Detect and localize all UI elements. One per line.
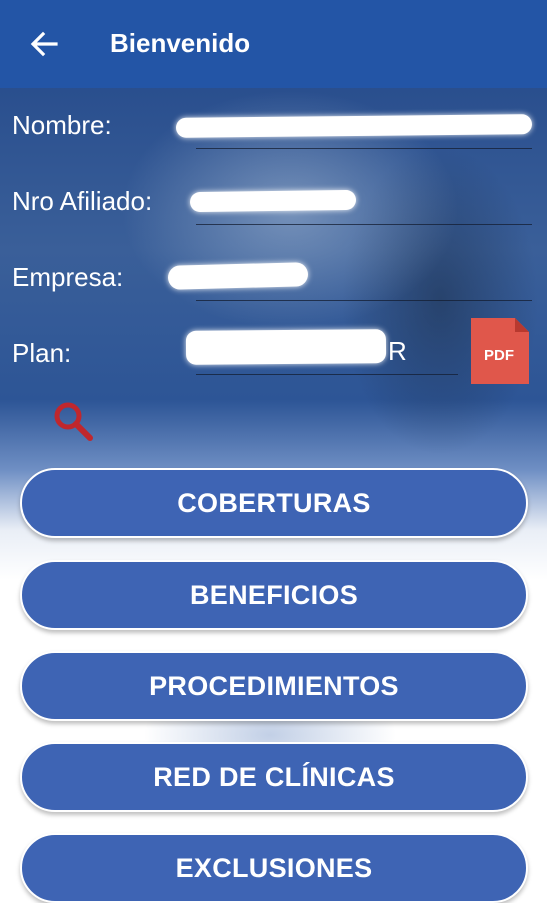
nombre-label: Nombre: — [12, 110, 112, 140]
empresa-underline — [196, 300, 532, 301]
afiliado-underline — [196, 224, 532, 225]
redaction-mark — [175, 114, 533, 138]
procedimientos-button[interactable]: PROCEDIMIENTOS — [20, 651, 528, 721]
plan-underline — [196, 374, 458, 375]
redaction-mark — [189, 189, 357, 213]
pdf-file-icon[interactable]: PDF — [469, 316, 531, 386]
empresa-label: Empresa: — [12, 262, 124, 292]
redaction-mark — [167, 262, 309, 290]
plan-label: Plan: — [12, 338, 72, 368]
plan-value: R — [388, 336, 407, 366]
pdf-icon-label: PDF — [484, 347, 514, 364]
exclusiones-button[interactable]: EXCLUSIONES — [20, 833, 528, 903]
arrow-left-icon[interactable] — [26, 26, 62, 62]
afiliado-label: Nro Afiliado: — [12, 186, 153, 216]
nombre-underline — [196, 148, 532, 149]
redaction-mark — [185, 329, 387, 365]
app-bar: Bienvenido — [0, 0, 547, 88]
page-title: Bienvenido — [110, 28, 251, 58]
coberturas-button[interactable]: COBERTURAS — [20, 468, 528, 538]
beneficios-button[interactable]: BENEFICIOS — [20, 560, 528, 630]
search-icon[interactable] — [52, 400, 96, 444]
red-de-clinicas-button[interactable]: RED DE CLÍNICAS — [20, 742, 528, 812]
